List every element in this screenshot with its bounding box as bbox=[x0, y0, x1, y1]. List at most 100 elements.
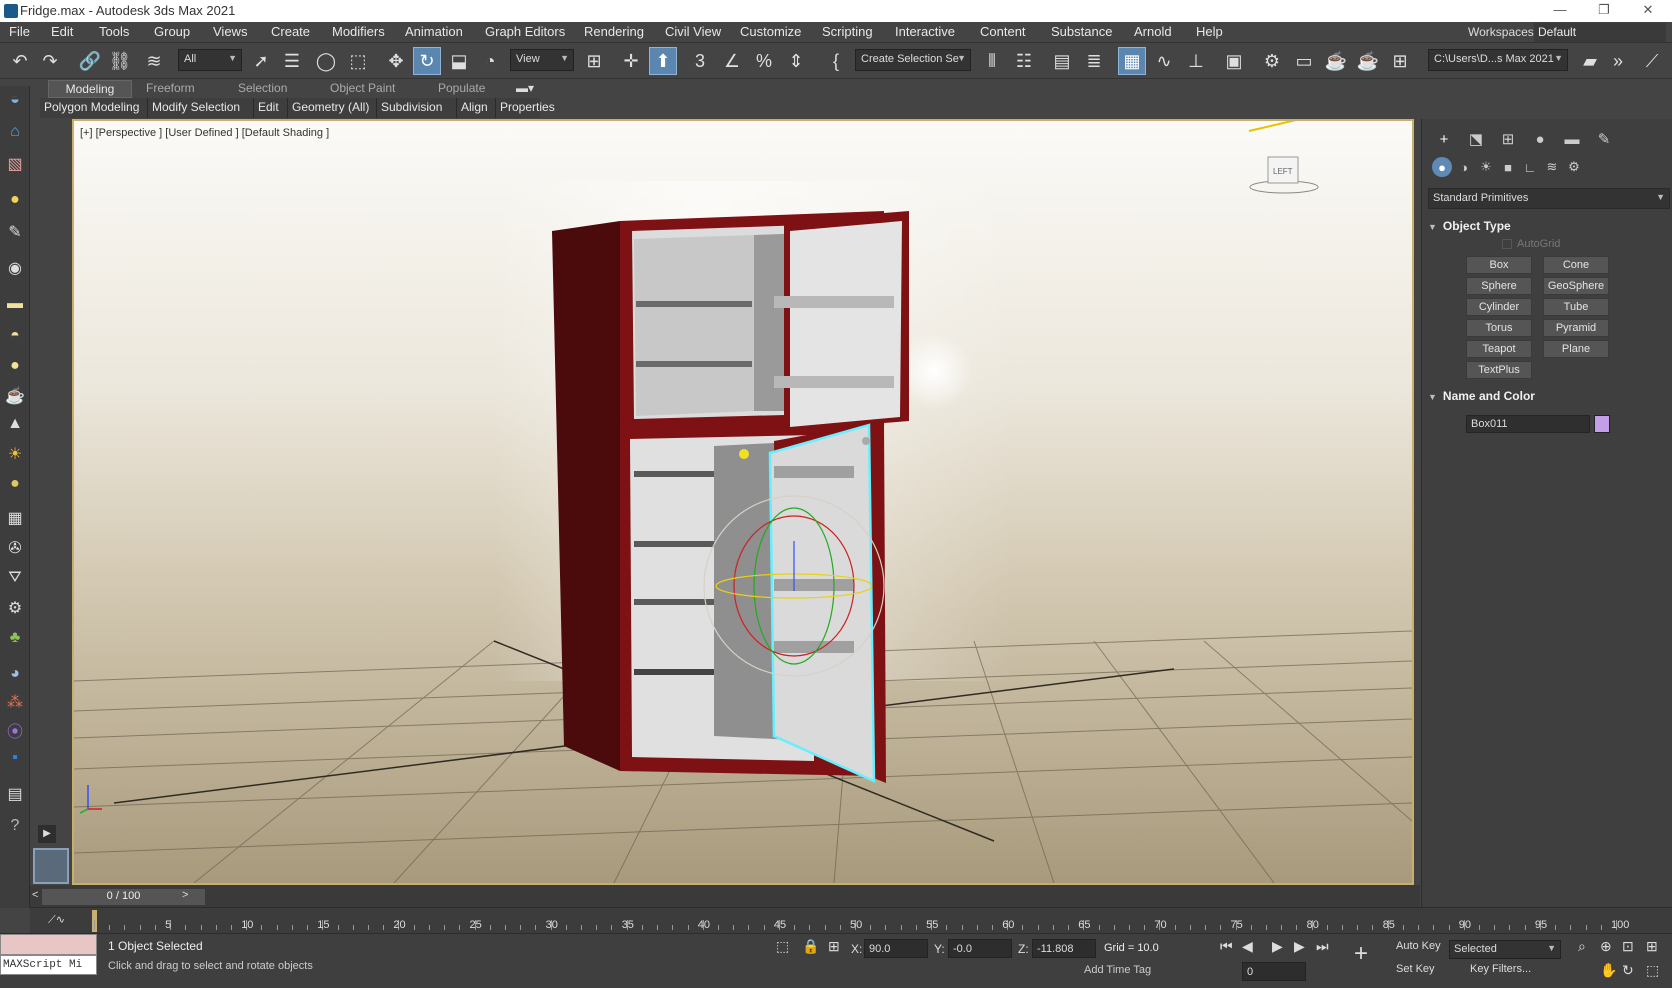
rendered-frame-window-icon[interactable]: ▭ bbox=[1290, 47, 1318, 75]
pyramid-button[interactable]: Pyramid bbox=[1543, 319, 1609, 337]
spacewarps-subtab-icon[interactable]: ≋ bbox=[1542, 157, 1562, 177]
align-icon[interactable]: ☷ bbox=[1010, 47, 1038, 75]
object-name-field[interactable] bbox=[1466, 415, 1590, 433]
tab-selection[interactable]: Selection bbox=[232, 80, 293, 98]
render-setup-icon[interactable]: ⚙ bbox=[1258, 47, 1286, 75]
hierarchy-tab-icon[interactable]: ⊞ bbox=[1496, 127, 1520, 151]
box-button[interactable]: Box bbox=[1466, 256, 1532, 274]
menu-animation[interactable]: Animation bbox=[405, 24, 463, 39]
sphere-button[interactable]: Sphere bbox=[1466, 277, 1532, 295]
ribbon-align[interactable]: Align bbox=[457, 98, 496, 118]
gear-icon[interactable]: ⚙ bbox=[3, 596, 27, 620]
sphere-gold-icon[interactable]: ● bbox=[3, 472, 27, 496]
tab-populate[interactable]: Populate bbox=[432, 80, 491, 98]
y-coordinate-field[interactable] bbox=[948, 939, 1012, 958]
scale-icon[interactable]: ⬓ bbox=[445, 47, 473, 75]
maxscript-mini-listener[interactable]: MAXScript Mi bbox=[0, 955, 97, 975]
container-icon[interactable]: ◒ bbox=[3, 88, 27, 112]
menu-arnold[interactable]: Arnold bbox=[1134, 24, 1172, 39]
cone-icon[interactable]: ▲ bbox=[3, 412, 27, 436]
menu-file[interactable]: File bbox=[9, 24, 30, 39]
menu-group[interactable]: Group bbox=[154, 24, 190, 39]
zoom-extents-all-icon[interactable]: ⊞ bbox=[1646, 938, 1658, 955]
help-icon[interactable]: ? bbox=[3, 814, 27, 838]
time-slider-thumb[interactable]: 0 / 100 bbox=[42, 889, 205, 905]
torus-button[interactable]: Torus bbox=[1466, 319, 1532, 337]
motion-tab-icon[interactable]: ● bbox=[1528, 127, 1552, 151]
image-plane-icon[interactable]: ▧ bbox=[3, 152, 27, 176]
clipboard-icon[interactable]: ▤ bbox=[3, 782, 27, 806]
menu-customize[interactable]: Customize bbox=[740, 24, 801, 39]
undo-icon[interactable]: ↶ bbox=[6, 47, 34, 75]
menu-graph-editors[interactable]: Graph Editors bbox=[485, 24, 565, 39]
hemisphere-icon[interactable]: ◓ bbox=[3, 324, 27, 348]
modify-tab-icon[interactable]: ⬔ bbox=[1464, 127, 1488, 151]
lock-icon[interactable]: 🔒 bbox=[802, 938, 819, 955]
primitive-category-dropdown[interactable]: Standard Primitives ▼ bbox=[1428, 188, 1670, 209]
placement-icon[interactable]: ◔ bbox=[476, 47, 504, 75]
display-tab-icon[interactable]: ▬ bbox=[1560, 127, 1584, 151]
render-production-icon[interactable]: ☕ bbox=[1322, 47, 1350, 75]
menu-scripting[interactable]: Scripting bbox=[822, 24, 873, 39]
key-filters-button[interactable]: Key Filters... bbox=[1470, 963, 1531, 975]
wrench-icon[interactable]: ✇ bbox=[3, 536, 27, 560]
geometry-subtab-icon[interactable]: ● bbox=[1432, 157, 1452, 177]
selection-region-icon[interactable]: ◯ bbox=[312, 47, 340, 75]
select-object-icon[interactable]: ➚ bbox=[247, 47, 275, 75]
maximize-viewport-icon[interactable]: ⬚ bbox=[1646, 962, 1659, 979]
restore-button[interactable]: ❐ bbox=[1582, 0, 1626, 22]
unlink-icon[interactable]: ⛓ bbox=[106, 47, 134, 75]
paint-icon[interactable]: ✎ bbox=[3, 220, 27, 244]
viewport-label[interactable]: [+] [Perspective ] [User Defined ] [Defa… bbox=[80, 127, 329, 139]
schematic-view-icon[interactable]: ⊥ bbox=[1182, 47, 1210, 75]
reference-coordinate-dropdown[interactable]: View ▼ bbox=[510, 49, 574, 71]
menu-rendering[interactable]: Rendering bbox=[584, 24, 644, 39]
viewport-layout-thumbnail[interactable] bbox=[33, 848, 69, 884]
window-crossing-icon[interactable]: ⬚ bbox=[344, 47, 372, 75]
spinner-snap-icon[interactable]: ⇕ bbox=[782, 47, 810, 75]
menu-content[interactable]: Content bbox=[980, 24, 1026, 39]
sphere-icon[interactable]: ● bbox=[3, 354, 27, 378]
x-coordinate-field[interactable] bbox=[864, 939, 928, 958]
rotate-icon[interactable]: ↻ bbox=[413, 47, 441, 75]
pivot-center-icon[interactable]: ⊞ bbox=[580, 47, 608, 75]
move-icon[interactable]: ✥ bbox=[382, 47, 410, 75]
shapes-subtab-icon[interactable]: ◑ bbox=[1454, 157, 1474, 177]
perspective-viewport[interactable]: LEFT [+] [Perspective ] [User Defined ] … bbox=[72, 119, 1414, 885]
toggle-ribbon-icon[interactable]: ≣ bbox=[1080, 47, 1108, 75]
plant-icon[interactable]: ♣ bbox=[3, 626, 27, 650]
utilities-tab-icon[interactable]: ✎ bbox=[1592, 127, 1616, 151]
curve-editor-icon[interactable]: ∿ bbox=[1150, 47, 1178, 75]
angle-snap-icon[interactable]: ∠ bbox=[718, 47, 746, 75]
render-in-cloud-icon[interactable]: ⊞ bbox=[1386, 47, 1414, 75]
zoom-all-icon[interactable]: ⊕ bbox=[1600, 938, 1612, 955]
add-time-tag[interactable]: Add Time Tag bbox=[1084, 964, 1151, 976]
cone-button[interactable]: Cone bbox=[1543, 256, 1609, 274]
next-frame-icon[interactable]: ▶ bbox=[1294, 938, 1305, 955]
set-key-plus-icon[interactable]: + bbox=[1354, 940, 1368, 968]
select-manipulate-icon[interactable]: ✛ bbox=[617, 47, 645, 75]
edit-named-selection-icon[interactable]: { bbox=[822, 47, 850, 75]
maxscript-listener-top[interactable] bbox=[0, 934, 97, 955]
ribbon-properties[interactable]: Properties bbox=[496, 98, 558, 118]
orbit-icon[interactable]: ↻ bbox=[1622, 962, 1634, 979]
scene-explorer-icon[interactable]: ▦ bbox=[1118, 47, 1146, 75]
textplus-button[interactable]: TextPlus bbox=[1466, 361, 1532, 379]
keyboard-shortcut-override-icon[interactable]: ⬆ bbox=[649, 47, 677, 75]
zoom-icon[interactable]: ⌕ bbox=[1578, 938, 1586, 955]
menu-interactive[interactable]: Interactive bbox=[895, 24, 955, 39]
minimize-button[interactable]: — bbox=[1538, 0, 1582, 22]
grid-icon[interactable]: ▦ bbox=[3, 506, 27, 530]
time-prev-button[interactable]: < bbox=[32, 889, 42, 905]
project-folder-icon[interactable]: ▰ bbox=[1576, 47, 1604, 75]
set-key-button[interactable]: Set Key bbox=[1396, 963, 1435, 975]
tube-button[interactable]: Tube bbox=[1543, 298, 1609, 316]
ribbon-geometry-all[interactable]: Geometry (All) bbox=[288, 98, 377, 118]
snaps-toggle-icon[interactable]: 3 bbox=[686, 47, 714, 75]
absolute-mode-icon[interactable]: ⊞ bbox=[828, 938, 840, 955]
render-region-icon[interactable]: ▪ bbox=[3, 746, 27, 770]
isolate-selection-icon[interactable]: ⬚ bbox=[776, 938, 789, 955]
menu-views[interactable]: Views bbox=[213, 24, 247, 39]
mini-curve-editor-icon[interactable]: ⟋∿ bbox=[48, 913, 65, 927]
menu-edit[interactable]: Edit bbox=[51, 24, 73, 39]
